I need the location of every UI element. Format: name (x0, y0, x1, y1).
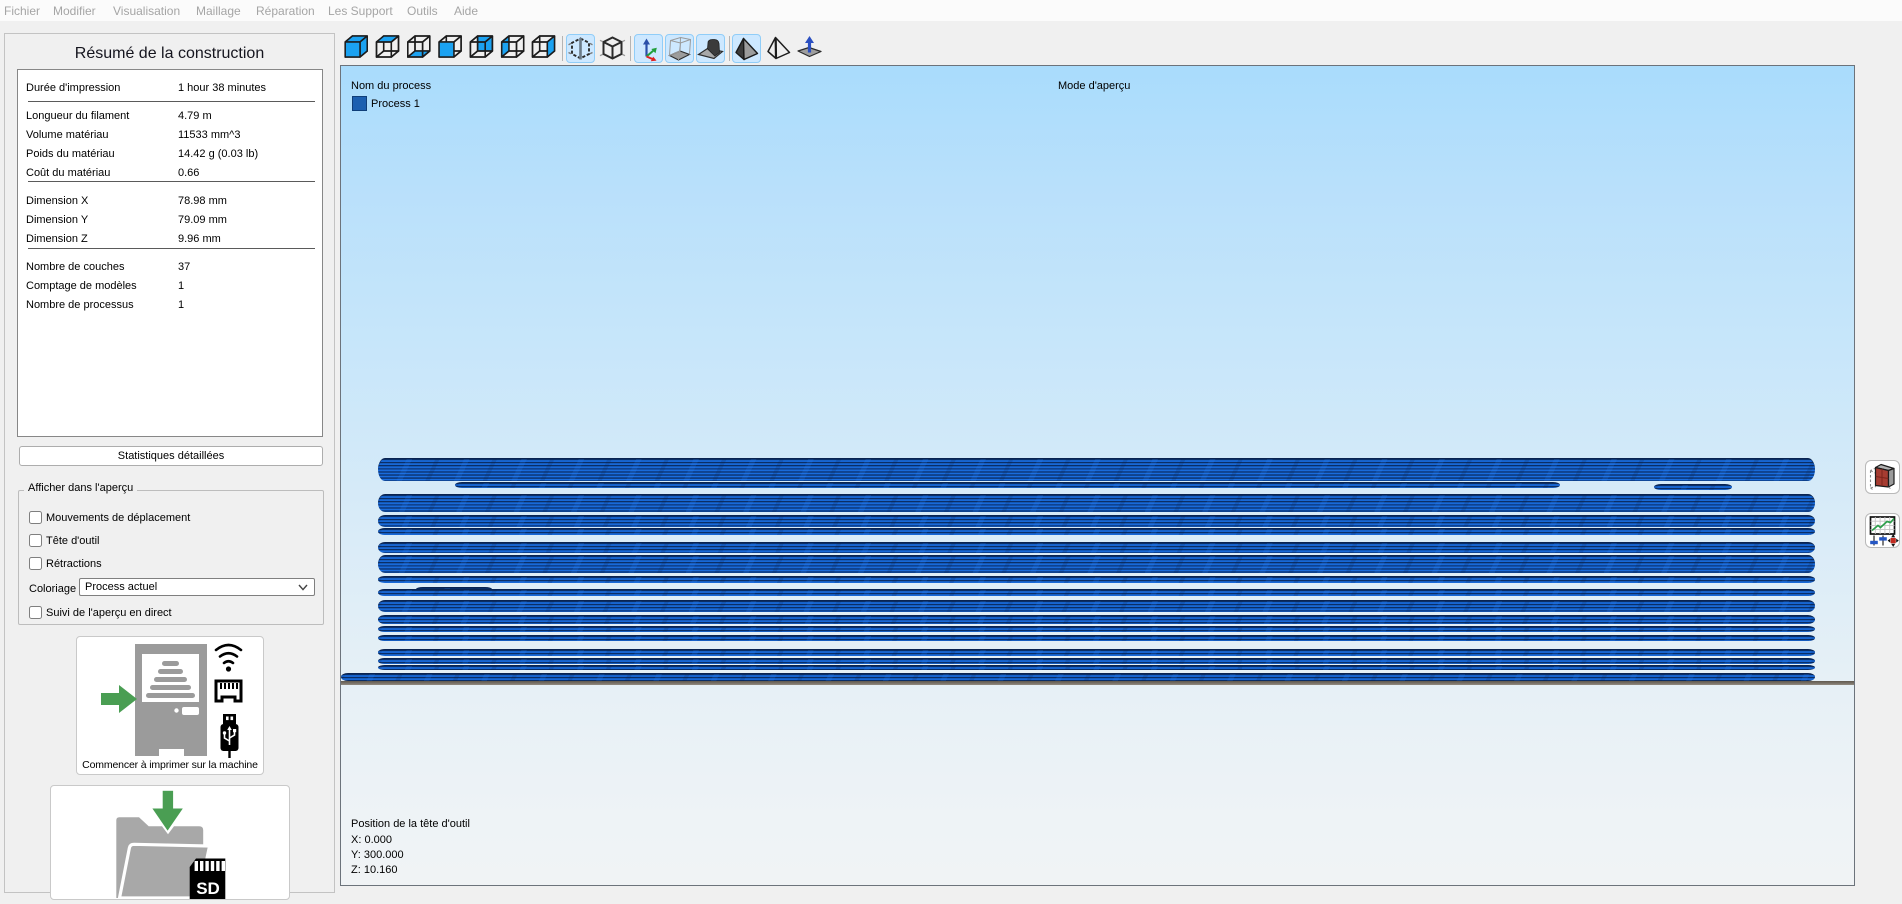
svg-text:SD: SD (196, 879, 220, 898)
